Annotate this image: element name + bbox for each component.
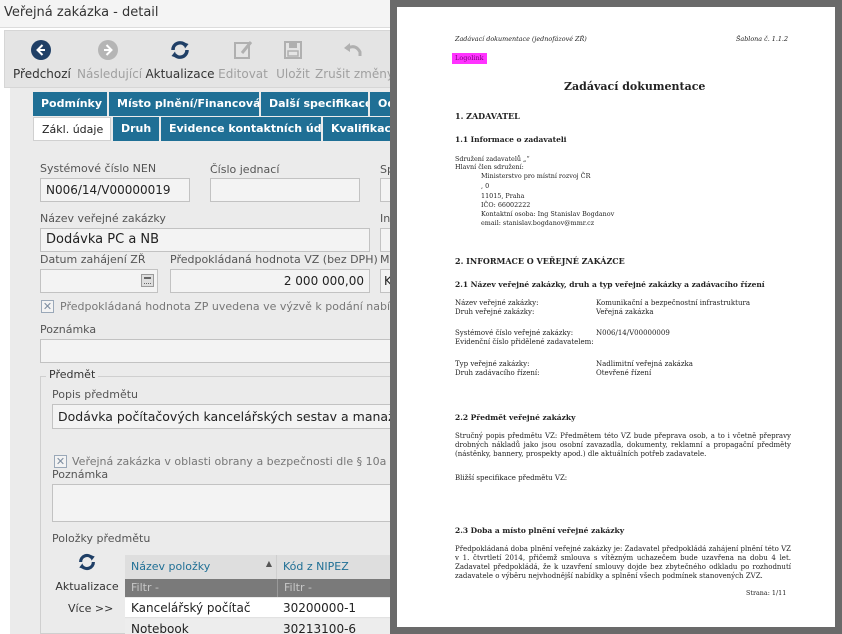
save-button[interactable]: Uložit [273,37,313,87]
doc-zadavatel-detail: Kontaktní osoba: Ing Stanislav Bogdanov [481,210,615,218]
sys-cislo-field[interactable]: N006/14/V00000019 [40,178,190,202]
cancel-changes-button[interactable]: Zrušit změny [315,37,394,87]
filter-kod-input[interactable]: Filtr - [277,579,390,597]
doc-kv-key: Typ veřejné zakázky: [455,360,530,368]
next-button[interactable]: Následující [77,37,143,87]
table-row-cell-nazev[interactable]: Notebook [125,619,277,634]
edit-label: Editovat [218,67,268,81]
filter-nazev-input[interactable]: Filtr - [125,579,277,597]
doc-kv-key: Druh veřejné zakázky: [455,308,535,316]
next-label: Následující [77,67,143,81]
tab-druh[interactable]: Druh [113,117,159,141]
doc-sec22-text: Stručný popis předmětu VZ: Předmětem tét… [455,432,791,458]
doc-kv-value: Nadlimitní veřejná zakázka [596,360,693,368]
datum-label: Datum zahájení ZŘ [40,253,146,266]
polozky-refresh-label: Aktualizace [55,580,119,593]
save-icon [284,41,302,59]
table-row-cell-kod[interactable]: 30213100-6 [277,619,390,634]
doc-zadavatel-detail: Ministerstvo pro místní rozvoj ČR [481,172,591,180]
predmet-poznamka-field[interactable] [52,484,390,522]
refresh-icon [171,41,189,59]
doc-logo: Logolink [452,53,487,64]
save-label: Uložit [276,67,310,81]
document-preview-window[interactable]: Zadávací dokumentace (jednofázové ZŘ) Ša… [390,0,842,634]
tab-kvalifikace[interactable]: Kvalifikace [323,117,390,141]
table-row-cell-kod[interactable]: 30200000-1 [277,598,390,618]
sort-asc-icon: ▲ [265,559,272,568]
poznamka-field[interactable] [40,339,390,363]
sys-cislo-label: Systémové číslo NEN [40,162,157,175]
column-header-nazev-label: Název položky [131,560,211,573]
popis-predmetu-label: Popis předmětu [52,388,139,401]
polozky-refresh-button[interactable]: Aktualizace [52,552,122,597]
column-header-kod[interactable]: Kód z NIPEZ [277,555,390,579]
doc-kv-key: Druh zadávacího řízení: [455,369,540,377]
doc-sec22-more: Bližší specifikace předmětu VZ: [455,474,568,482]
refresh-icon [79,553,95,571]
tab-misto-plneni[interactable]: Místo plnění/Financování [109,92,259,116]
doc-header-left: Zadávací dokumentace (jednofázové ZŘ) [455,35,587,43]
undo-icon [344,43,362,56]
column-header-nazev[interactable]: Název položky ▲ [125,555,277,579]
doc-kv-value: Komunikační a bezpečnostní infrastruktur… [596,299,751,307]
tab-dalsi-specifikace[interactable]: Další specifikace [261,92,368,116]
previous-label: Předchozí [13,67,71,81]
cislo-jednaci-label: Číslo jednací [210,163,280,176]
refresh-label: Aktualizace [145,67,215,81]
refresh-button[interactable]: Aktualizace [145,37,215,87]
doc-sec23-text: Předpokládaná doba plnění veřejné zakázk… [455,545,791,580]
doc-zadavatel-detail: email: stanislav.bogdanov@mmr.cz [481,219,595,227]
mena-field[interactable]: K [380,269,390,293]
calendar-icon[interactable] [141,274,154,287]
doc-kv-key: Evidenční číslo přidělené zadavatelem: [455,338,594,346]
arrow-right-icon [98,40,118,60]
polozky-label: Položky předmětu [52,532,151,545]
doc-sec21-title: 2.1 Název veřejné zakázky, druh a typ ve… [455,280,765,289]
tab-zakl-udaje[interactable]: Zákl. údaje [33,117,111,141]
previous-button[interactable]: Předchozí [13,37,71,87]
doc-sec11-title: 1.1 Informace o zadavateli [455,135,567,144]
edit-icon [234,41,253,59]
popis-predmetu-field[interactable]: Dodávka počítačových kancelářských sesta… [52,404,390,429]
doc-zadavatel-detail: , 0 [481,182,490,190]
tab-od[interactable]: Od [370,92,390,116]
doc-zadavatel-line: Sdružení zadavatelů „“ [455,155,530,163]
obrana-checkbox[interactable]: ✕ [54,455,67,468]
table-row-cell-nazev[interactable]: Kancelářský počítač [125,598,277,618]
predmet-poznamka-label: Poznámka [52,468,109,481]
hodnota-zp-label: Předpokládaná hodnota ZP uvedena ve výzv… [60,300,446,313]
edit-button[interactable]: Editovat [217,37,269,87]
cislo-jednaci-field[interactable] [210,178,360,202]
vice-link[interactable]: Více >> [68,602,113,615]
in-label: In [380,212,391,225]
doc-sec2-title: 2. INFORMACE O VEŘEJNÉ ZAKÁZCE [455,256,625,266]
doc-header-right: Šablona č. 1.1.2 [736,35,789,43]
doc-zadavatel-line: Hlavní člen sdružení: [455,163,524,171]
nazev-label: Název veřejné zakázky [40,212,166,225]
doc-page-number: Strana: 1/11 [746,589,787,597]
arrow-left-icon [31,40,51,60]
document-page: Zadávací dokumentace (jednofázové ZŘ) Ša… [397,7,835,627]
poznamka-label: Poznámka [40,323,97,336]
doc-kv-value: Otevřené řízení [596,369,652,377]
doc-kv-key: Systémové číslo veřejné zakázky: [455,329,574,337]
obrana-label: Veřejná zakázka v oblasti obrany a bezpe… [72,455,442,468]
doc-kv-key: Název veřejné zakázky: [455,299,539,307]
hodnota-label: Předpokládaná hodnota VZ (bez DPH) [170,253,378,266]
tab-podminky[interactable]: Podmínky [33,92,107,116]
doc-sec22-title: 2.2 Předmět veřejné zakázky [455,413,576,422]
doc-kv-value: N006/14/V00000009 [596,329,670,337]
doc-sec23-title: 2.3 Doba a místo plnění veřejné zakázky [455,526,625,535]
doc-kv-value: Veřejná zakázka [596,308,654,316]
hodnota-zp-checkbox[interactable]: ✕ [41,300,54,313]
doc-sec1-title: 1. ZADAVATEL [455,111,520,121]
doc-zadavatel-detail: IČO: 66002222 [481,201,531,209]
hodnota-field[interactable]: 2 000 000,00 [170,269,370,293]
tab-evidence-kontaktnich-udaju[interactable]: Evidence kontaktních údajů [161,117,321,141]
doc-zadavatel-detail: 11015, Praha [481,192,525,200]
cancel-changes-label: Zrušit změny [315,67,394,81]
nazev-field[interactable]: Dodávka PC a NB [40,228,370,252]
doc-title: Zadávací dokumentace [564,80,706,93]
predmet-legend: Předmět [46,368,99,381]
